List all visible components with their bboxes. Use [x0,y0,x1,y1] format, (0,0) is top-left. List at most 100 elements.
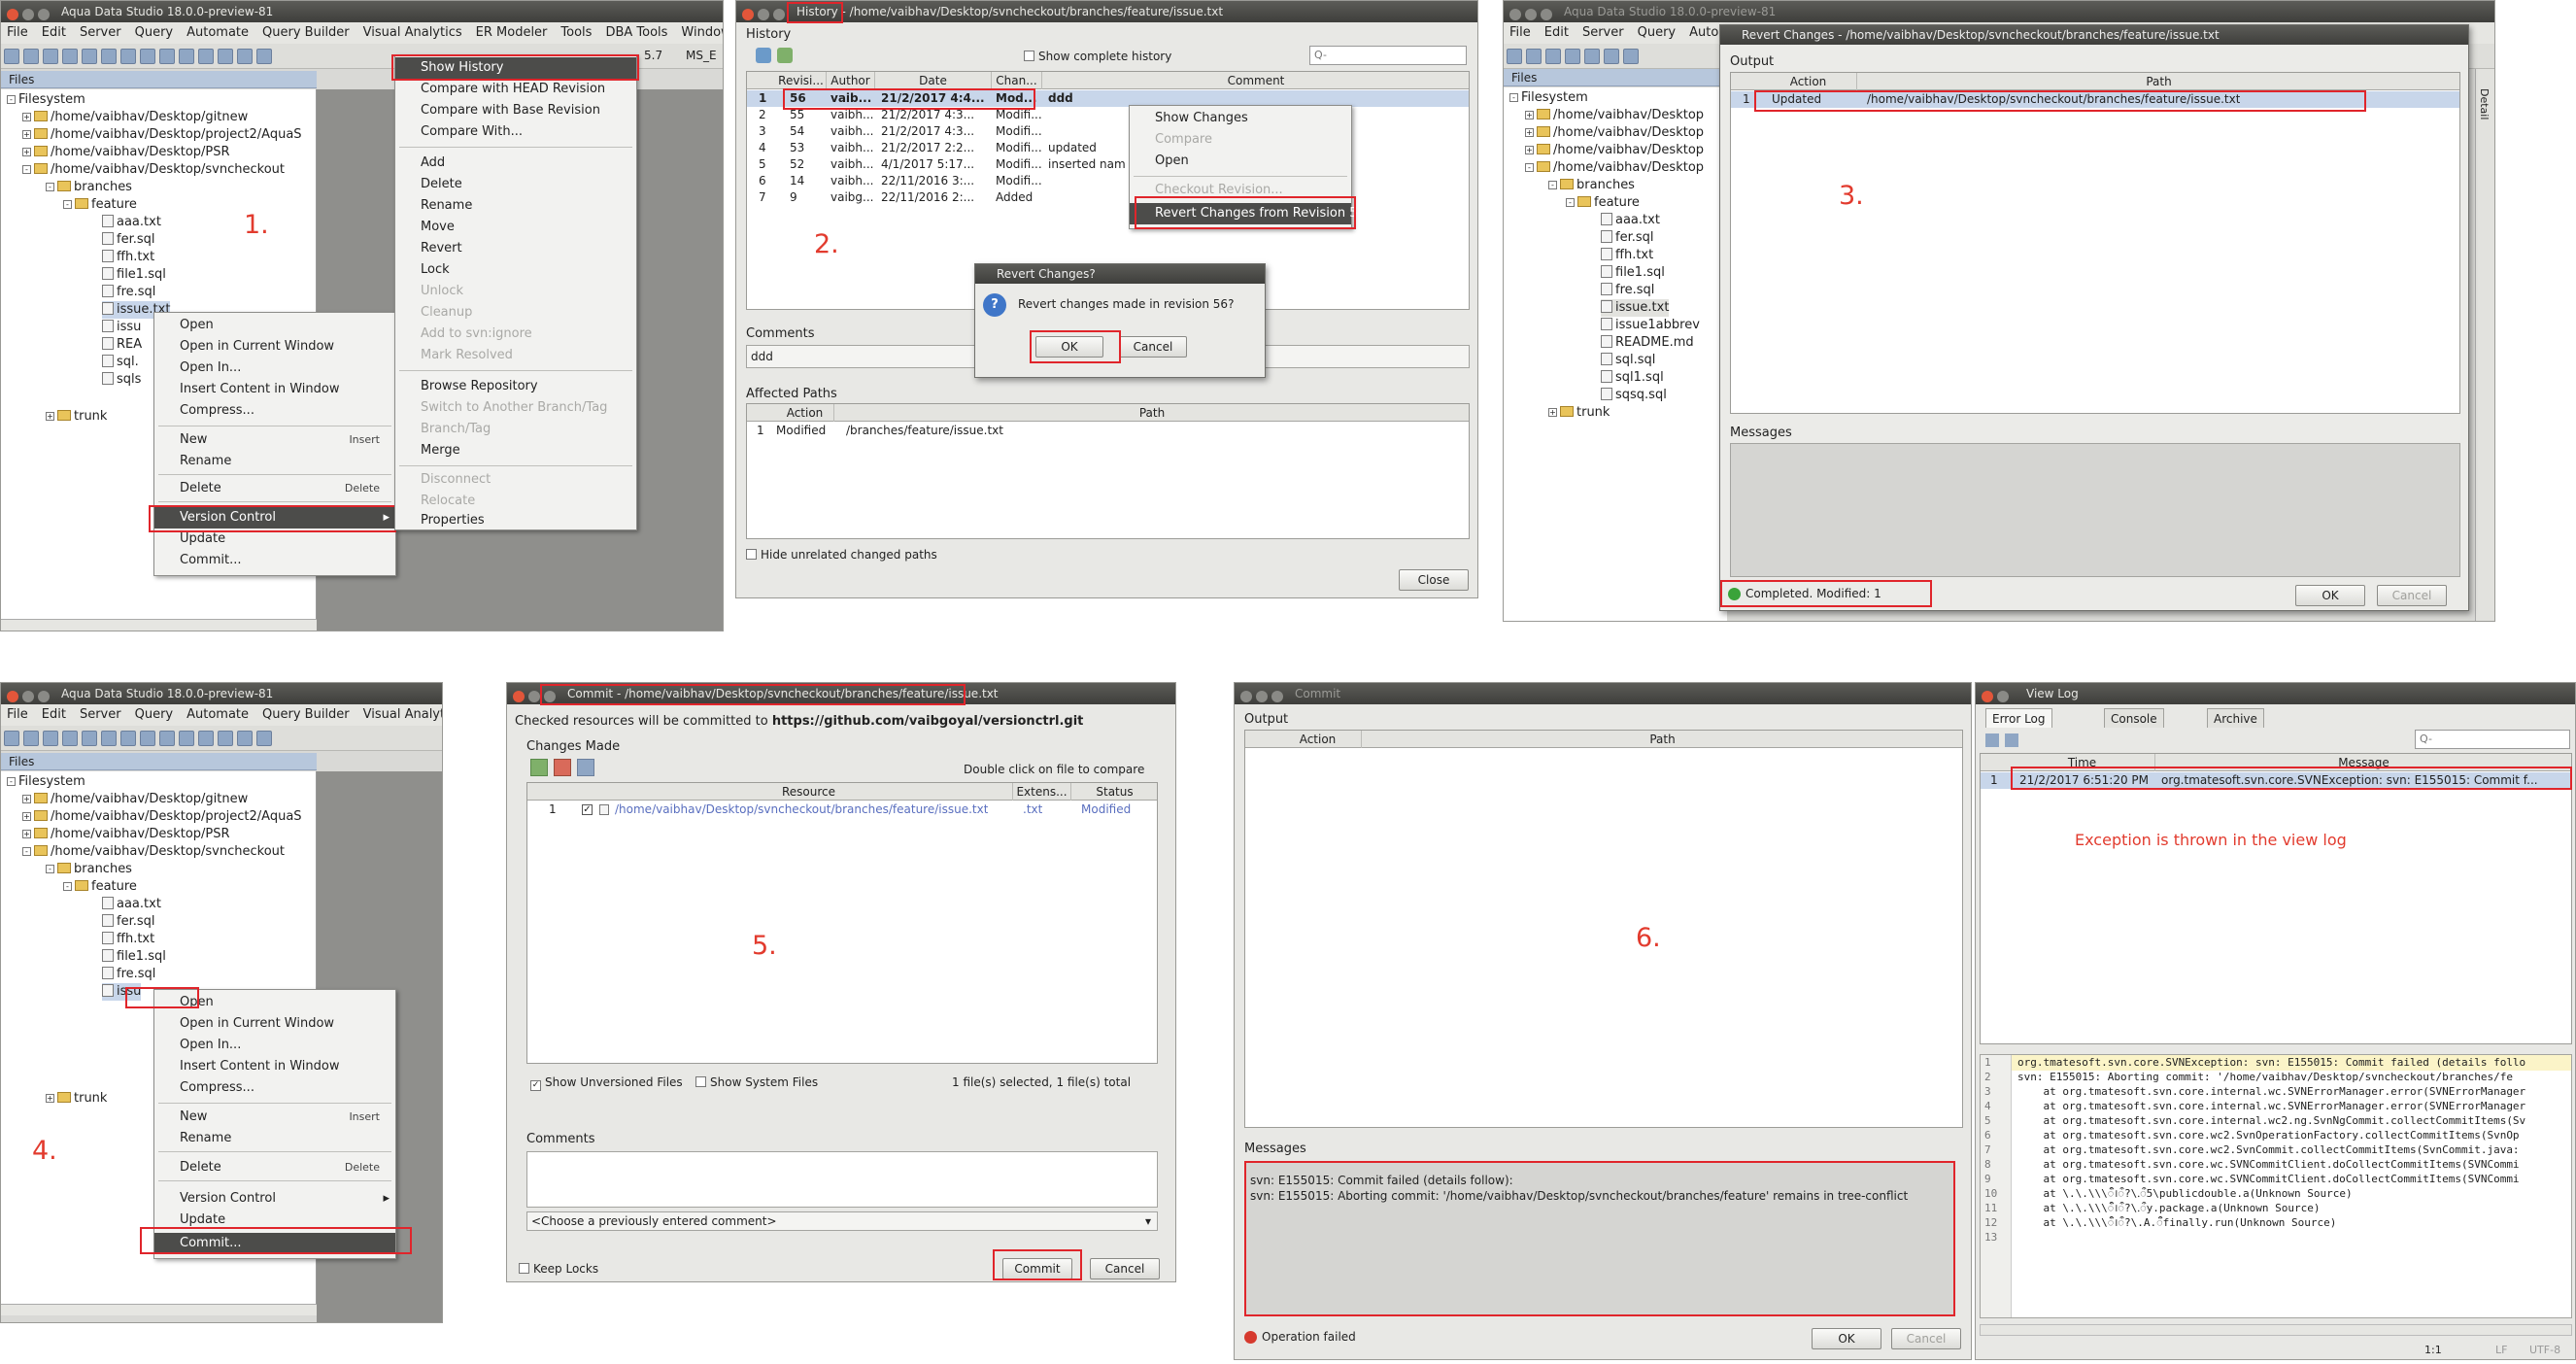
tree-file[interactable]: file1.sql [102,266,166,284]
menu-query-builder[interactable]: Query Builder [262,707,350,722]
deselect-all-icon[interactable] [554,759,571,776]
menu-browse-repository[interactable]: Browse Repository [395,376,636,397]
tree-gitnew[interactable]: +/home/vaibhav/Desktop/gitnew [22,109,248,126]
toolbar-button[interactable] [159,49,175,64]
tree-feature[interactable]: - feature [63,878,137,896]
menu-edit[interactable]: Edit [1544,25,1569,40]
menu-rename[interactable]: Rename [154,1128,395,1149]
toolbar-button[interactable] [256,731,272,746]
menu-delete[interactable]: Delete Delete [154,478,395,499]
tree-file[interactable]: fer.sql [102,913,155,931]
col-path[interactable]: Path [1362,731,1962,748]
toolbar-button[interactable] [179,49,194,64]
ok-button[interactable]: OK [1812,1328,1881,1349]
tree-file-selected[interactable]: issue.txt [1601,299,1670,317]
maximize-icon[interactable] [1271,691,1283,702]
expand-icon[interactable]: + [46,412,54,421]
menu-new[interactable]: New Insert [154,429,395,451]
maximize-icon[interactable] [38,9,50,20]
menu-compare-with[interactable]: Compare With... [395,121,636,143]
menu-open[interactable]: Open [154,315,395,336]
keep-locks-checkbox[interactable]: Keep Locks [519,1262,598,1276]
collapse-icon[interactable]: - [46,183,54,191]
minimize-icon[interactable] [1997,691,2009,702]
toolbar-button[interactable] [1584,49,1600,64]
close-icon[interactable] [7,691,18,702]
tree-path[interactable]: -/home/vaibhav/Desktop [1525,159,1704,177]
tab-archive[interactable]: Archive [2207,708,2264,728]
minimize-icon[interactable] [1525,9,1537,20]
tab-error-log[interactable]: Error Log [1985,708,2052,728]
menu-open[interactable]: Open [1130,151,1351,172]
minimize-icon[interactable] [528,691,540,702]
cancel-button[interactable]: Cancel [1090,1258,1160,1279]
tree-file[interactable]: fer.sql [102,231,155,249]
stack-trace-viewer[interactable]: 1 org.tmatesoft.svn.core.SVNException: sv… [1980,1054,2572,1318]
tree-file[interactable]: fer.sql [1601,229,1654,247]
tree-trunk[interactable]: + trunk [46,1090,107,1108]
toolbar-button[interactable] [120,49,136,64]
toolbar-button[interactable] [256,49,272,64]
toolbar-button[interactable] [62,731,78,746]
col-author[interactable]: Author [827,72,875,89]
table-row[interactable]: 1 Modified/branches/feature/issue.txt [747,423,1469,439]
tree-gitnew[interactable]: +/home/vaibhav/Desktop/gitnew [22,791,248,808]
collapse-icon[interactable]: - [22,165,31,174]
menu-window[interactable]: Window [681,25,723,40]
close-icon[interactable] [1982,691,1993,702]
menu-commit[interactable]: Commit... [154,550,395,571]
tree-file[interactable]: file1.sql [1601,264,1665,282]
row-checkbox[interactable]: ✓ [582,804,593,815]
minimize-icon[interactable] [1256,691,1268,702]
menu-automate[interactable]: Automate [186,25,249,40]
tree-file[interactable]: sql.sql [1601,352,1655,369]
history-row[interactable]: 6 14 vaibh... 22/11/2016 3:... Modifi... [747,173,1469,189]
tree-path[interactable]: +/home/vaibhav/Desktop [1525,142,1704,159]
col-path[interactable]: Path [834,404,1469,422]
show-complete-history-checkbox[interactable]: Show complete history [1024,50,1171,63]
tree-psr[interactable]: +/home/vaibhav/Desktop/PSR [22,144,230,161]
menu-show-changes[interactable]: Show Changes [1130,108,1351,129]
maximize-icon[interactable] [773,9,785,20]
menu-version-control[interactable]: Version Control ▸ [154,1188,395,1210]
menu-query[interactable]: Query [135,25,174,40]
menu-compress[interactable]: Compress... [154,1077,395,1099]
ok-button[interactable]: OK [2295,585,2365,606]
toolbar-button[interactable] [120,731,136,746]
horizontal-scrollbar[interactable] [1980,1324,2572,1336]
menu-query[interactable]: Query [135,707,174,722]
history-row[interactable]: 4 53 vaibh... 21/2/2017 2:2... Modifi... upda… [747,140,1469,156]
col-status[interactable]: Status [1071,783,1157,801]
select-all-icon[interactable] [530,759,548,776]
tree-trunk[interactable]: + trunk [46,408,107,426]
menu-open-in[interactable]: Open In... [154,358,395,379]
maximize-icon[interactable] [1541,9,1552,20]
tree-branches[interactable]: - branches [46,179,132,196]
menu-merge[interactable]: Merge [395,440,636,461]
collapse-icon[interactable]: - [63,200,72,209]
col-changes[interactable]: Chan... [992,72,1042,89]
history-row[interactable]: 5 52 vaibh... 4/1/2017 5:17... Modifi... inse… [747,156,1469,173]
menu-file[interactable]: File [7,707,28,722]
menu-properties[interactable]: Properties [395,510,636,531]
copy-icon[interactable] [2005,733,2018,747]
show-system-files-checkbox[interactable]: Show System Files [695,1075,818,1089]
toolbar-button[interactable] [237,731,253,746]
toolbar-button[interactable] [159,731,175,746]
tree-psr[interactable]: +/home/vaibhav/Desktop/PSR [22,826,230,843]
tree-feature[interactable]: - feature [1566,194,1640,212]
toolbar-button[interactable] [101,731,117,746]
menu-add[interactable]: Add [395,153,636,174]
menu-tools[interactable]: Tools [560,25,592,40]
toolbar-button[interactable] [4,49,19,64]
tree-filesystem[interactable]: - Filesystem [7,773,85,791]
horizontal-scrollbar[interactable] [1,619,317,631]
tree-svncheckout[interactable]: -/home/vaibhav/Desktop/svncheckout [22,843,285,861]
tree-file[interactable]: issu [102,319,141,336]
menu-rename[interactable]: Rename [154,451,395,472]
previous-comment-select[interactable]: <Choose a previously entered comment> ▾ [526,1211,1158,1231]
tree-file[interactable]: fre.sql [102,966,155,983]
tree-file[interactable]: issue1abbrev [1601,317,1700,334]
col-extension[interactable]: Extens... [1013,783,1071,801]
menu-delete[interactable]: Delete Delete [154,1157,395,1178]
